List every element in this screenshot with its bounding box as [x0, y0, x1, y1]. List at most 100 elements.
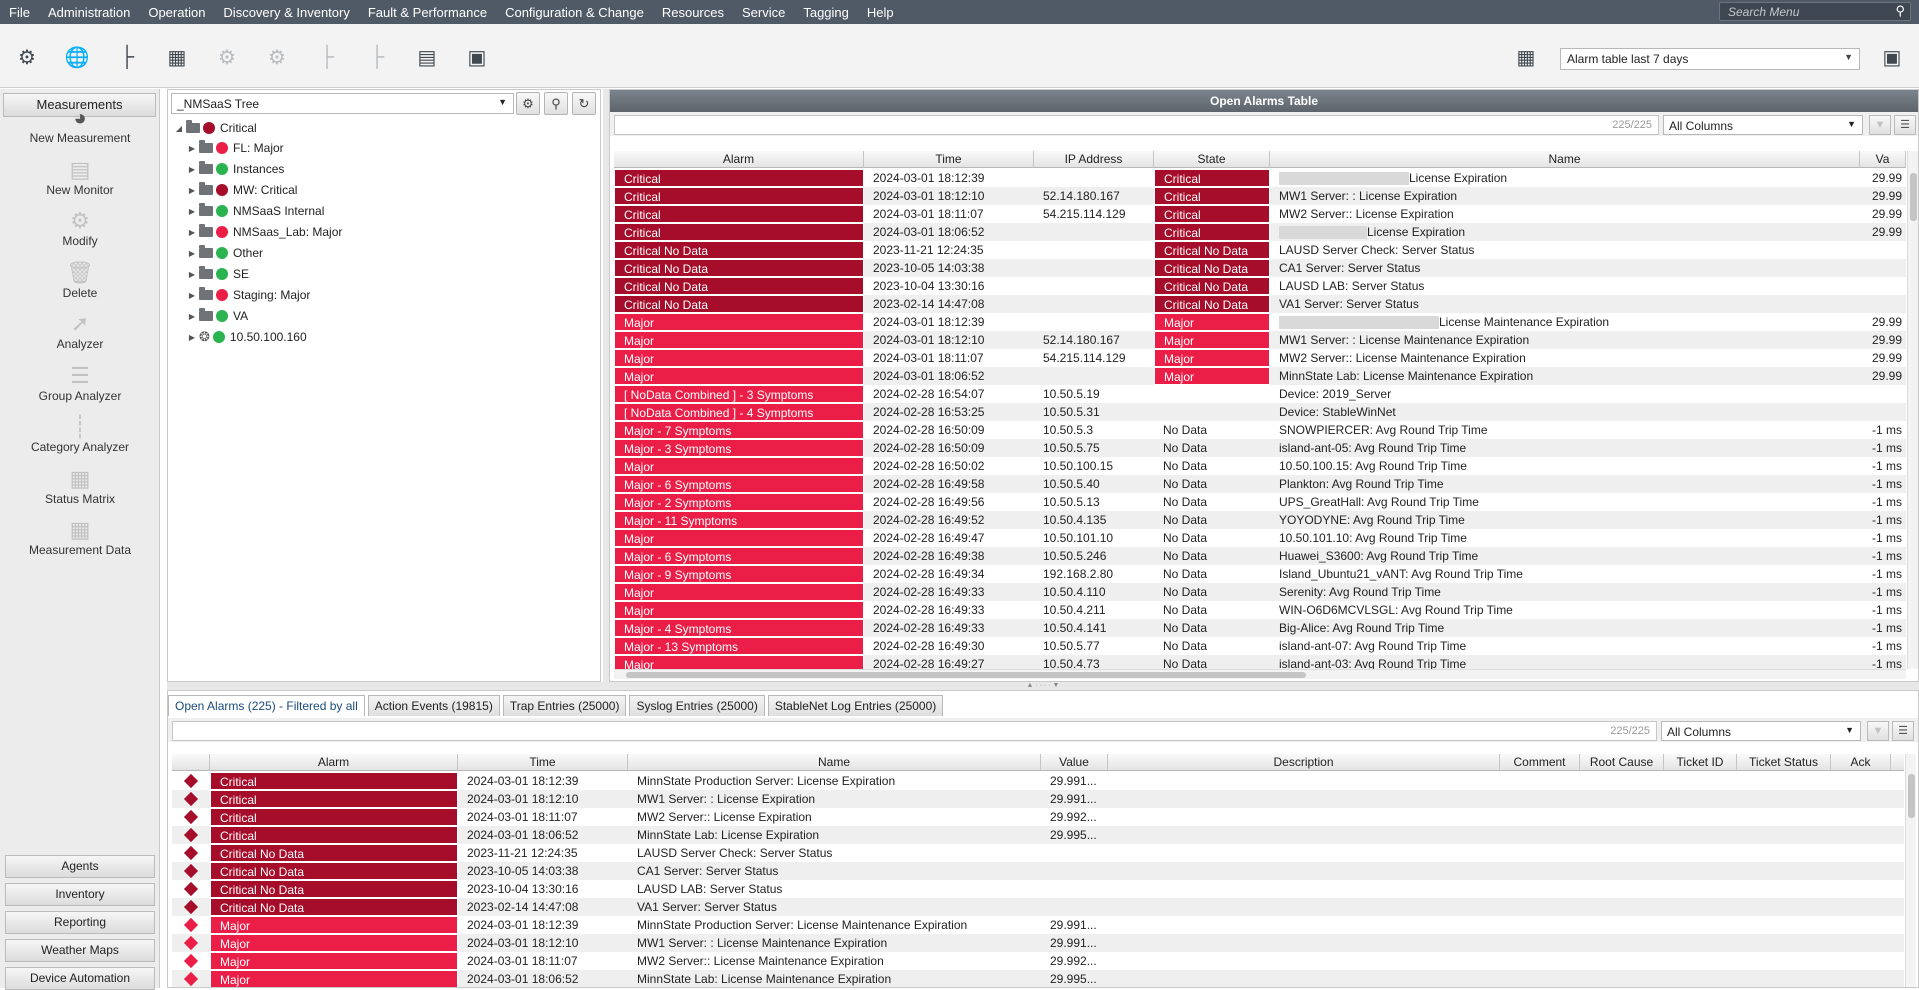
table-row[interactable]: Critical No Data 2023-10-05 14:03:38 CA1 S… [172, 862, 1904, 880]
table-row[interactable]: Critical No Data 2023-11-21 12:24:35 Criti… [614, 241, 1906, 259]
expand-icon[interactable]: ▶ [185, 207, 199, 216]
menu-item-service[interactable]: Service [733, 5, 794, 20]
alarm-column-select[interactable]: All Columns ▼ [1663, 115, 1863, 135]
menu-item-operation[interactable]: Operation [139, 5, 214, 20]
tab-action-events-19815[interactable]: Action Events (19815) [367, 695, 500, 716]
left-item-group-analyzer[interactable]: ☰ Group Analyzer [0, 363, 160, 403]
bottom-column-select[interactable]: All Columns ▼ [1661, 721, 1861, 741]
device-automation-button[interactable]: Device Automation [5, 967, 155, 990]
table-row[interactable]: Major 2024-03-01 18:11:07 MW2 Server:: Lic… [172, 952, 1904, 970]
tab-stablenet-log-entries-25[interactable]: StableNet Log Entries (25000) [767, 695, 944, 716]
table-row[interactable]: Major - 4 Symptoms 2024-02-28 16:49:33 10.… [614, 619, 1906, 637]
bottom-filter-input[interactable]: 225/225 [172, 721, 1657, 741]
left-item-category-analyzer[interactable]: ┊ Category Analyzer [0, 414, 160, 454]
alarm-horizontal-scrollbar[interactable] [614, 669, 1906, 679]
table-row[interactable]: Major - 11 Symptoms 2024-02-28 16:49:52 10… [614, 511, 1906, 529]
alarm-vscroll-thumb[interactable] [1910, 173, 1917, 221]
left-item-analyzer[interactable]: ➚ Analyzer [0, 311, 160, 351]
menu-item-resources[interactable]: Resources [653, 5, 733, 20]
table-row[interactable]: Major 2024-03-01 18:12:39 Major License Mai… [614, 313, 1906, 331]
menu-item-help[interactable]: Help [858, 5, 903, 20]
tree-settings-button[interactable]: ⚙ [516, 92, 540, 115]
tree-selector[interactable]: _NMSaaS Tree ▼ [171, 93, 514, 114]
tree-node-staging-major[interactable]: ▶ Staging: Major [185, 285, 310, 305]
column-header-severity[interactable] [172, 754, 210, 771]
table-row[interactable]: Critical 2024-03-01 18:11:07 54.215.114.12… [614, 205, 1906, 223]
table-row[interactable]: [ NoData Combined ] - 3 Symptoms 2024-02-… [614, 385, 1906, 403]
column-header-alarm[interactable]: Alarm [614, 151, 864, 168]
globe-icon[interactable]: 🌐 [65, 46, 90, 69]
search-menu-input[interactable]: Search Menu ⚲ [1719, 2, 1911, 21]
left-item-delete[interactable]: 🗑 Delete [0, 260, 160, 300]
expand-icon[interactable]: ▶ [185, 249, 199, 258]
left-item-new-measurement[interactable]: ◕ New Measurement [0, 105, 160, 145]
table-row[interactable]: [ NoData Combined ] - 4 Symptoms 2024-02-… [614, 403, 1906, 421]
node-add-icon[interactable]: ├ [316, 46, 338, 68]
table-row[interactable]: Critical No Data 2023-10-04 13:30:16 Criti… [614, 277, 1906, 295]
expand-icon[interactable]: ▶ [185, 186, 199, 195]
table-row[interactable]: Major - 7 Symptoms 2024-02-28 16:50:09 10.… [614, 421, 1906, 439]
table-row[interactable]: Major - 6 Symptoms 2024-02-28 16:49:38 10.… [614, 547, 1906, 565]
left-item-new-monitor[interactable]: ▤ New Monitor [0, 157, 160, 197]
table-row[interactable]: Major 2024-03-01 18:12:10 52.14.180.167 Maj… [614, 331, 1906, 349]
menu-item-discovery-inventory[interactable]: Discovery & Inventory [214, 5, 358, 20]
left-item-measurement-data[interactable]: ▦ Measurement Data [0, 517, 160, 557]
expand-icon[interactable]: ▶ [185, 270, 199, 279]
expand-icon[interactable]: ▶ [185, 291, 199, 300]
alarm-filter-input[interactable]: 225/225 [614, 115, 1659, 135]
table-row[interactable]: Critical No Data 2023-10-04 13:30:16 LAUSD… [172, 880, 1904, 898]
agents-button[interactable]: Agents [5, 855, 155, 878]
weather-maps-button[interactable]: Weather Maps [5, 939, 155, 962]
column-header-comment[interactable]: Comment [1500, 754, 1580, 771]
table-row[interactable]: Critical 2024-03-01 18:12:10 MW1 Server: :… [172, 790, 1904, 808]
expand-icon[interactable]: ▶ [185, 165, 199, 174]
tree-search-button[interactable]: ⚲ [544, 92, 568, 115]
table-export-icon[interactable]: ▣ [466, 46, 488, 69]
column-header-ticket-status[interactable]: Ticket Status [1737, 754, 1831, 771]
column-header-name[interactable]: Name [1270, 151, 1860, 168]
menu-item-configuration-change[interactable]: Configuration & Change [496, 5, 653, 20]
table-row[interactable]: Major 2024-03-01 18:06:52 MinnState Lab: L… [172, 970, 1904, 987]
table-row[interactable]: Major - 6 Symptoms 2024-02-28 16:49:58 10.… [614, 475, 1906, 493]
tab-trap-entries-25000[interactable]: Trap Entries (25000) [502, 695, 627, 716]
column-header-value[interactable]: Value [1041, 754, 1108, 771]
table-row[interactable]: Critical No Data 2023-10-05 14:03:38 Criti… [614, 259, 1906, 277]
bottom-filter-button[interactable]: ☰ [1892, 721, 1914, 741]
horizontal-splitter[interactable]: ▲ · · · · ▼ [167, 682, 1919, 690]
tree-refresh-button[interactable]: ↻ [572, 92, 596, 115]
left-item-modify[interactable]: ⚙ Modify [0, 208, 160, 248]
column-header-ack[interactable]: Ack [1831, 754, 1891, 771]
reporting-button[interactable]: Reporting [5, 911, 155, 934]
tab-syslog-entries-25000[interactable]: Syslog Entries (25000) [629, 695, 765, 716]
table-row[interactable]: Major - 3 Symptoms 2024-02-28 16:50:09 10.… [614, 439, 1906, 457]
gear-edit-icon[interactable]: ⚙ [266, 46, 288, 69]
table-row[interactable]: Major 2024-03-01 18:12:39 MinnState Produc… [172, 916, 1904, 934]
bottom-clear-filter-button[interactable]: ▼ [1867, 721, 1889, 741]
expand-icon[interactable]: ▶ [185, 228, 199, 237]
table-row[interactable]: Major - 9 Symptoms 2024-02-28 16:49:34 192… [614, 565, 1906, 583]
table-row[interactable]: Major 2024-02-28 16:50:02 10.50.100.15 No D… [614, 457, 1906, 475]
table-row[interactable]: Critical 2024-03-01 18:11:07 MW2 Server:: … [172, 808, 1904, 826]
table-row[interactable]: Critical 2024-03-01 18:06:52 MinnState Lab… [172, 826, 1904, 844]
tree-node-mw-critical[interactable]: ▶ MW: Critical [185, 180, 297, 200]
menu-item-file[interactable]: File [0, 5, 39, 20]
tree-icon[interactable]: ├ [116, 46, 138, 68]
table-row[interactable]: Major 2024-03-01 18:06:52 Major MinnState L… [614, 367, 1906, 385]
column-header-description[interactable]: Description [1108, 754, 1500, 771]
view-select[interactable]: Alarm table last 7 days ▼ [1560, 48, 1860, 70]
table-row[interactable]: Critical No Data 2023-02-14 14:47:08 Criti… [614, 295, 1906, 313]
column-header-va[interactable]: Va [1860, 151, 1906, 168]
table-row[interactable]: Critical 2024-03-01 18:12:39 Critical Licen… [614, 169, 1906, 187]
menu-item-administration[interactable]: Administration [39, 5, 139, 20]
table-row[interactable]: Critical No Data 2023-02-14 14:47:08 VA1 S… [172, 898, 1904, 916]
search-icon[interactable]: ⚲ [1895, 4, 1905, 18]
column-header-name[interactable]: Name [628, 754, 1041, 771]
bottom-vertical-scrollbar[interactable] [1905, 754, 1916, 987]
table-clock-icon[interactable]: ▤ [416, 46, 438, 69]
column-header-root-cause[interactable]: Root Cause [1580, 754, 1664, 771]
table-row[interactable]: Critical 2024-03-01 18:06:52 Critical Licen… [614, 223, 1906, 241]
node-remove-icon[interactable]: ├ [366, 46, 388, 68]
table-row[interactable]: Major 2024-02-28 16:49:33 10.50.4.211 No Da… [614, 601, 1906, 619]
column-header-state[interactable]: State [1154, 151, 1270, 168]
alarm-vertical-scrollbar[interactable] [1907, 151, 1918, 669]
